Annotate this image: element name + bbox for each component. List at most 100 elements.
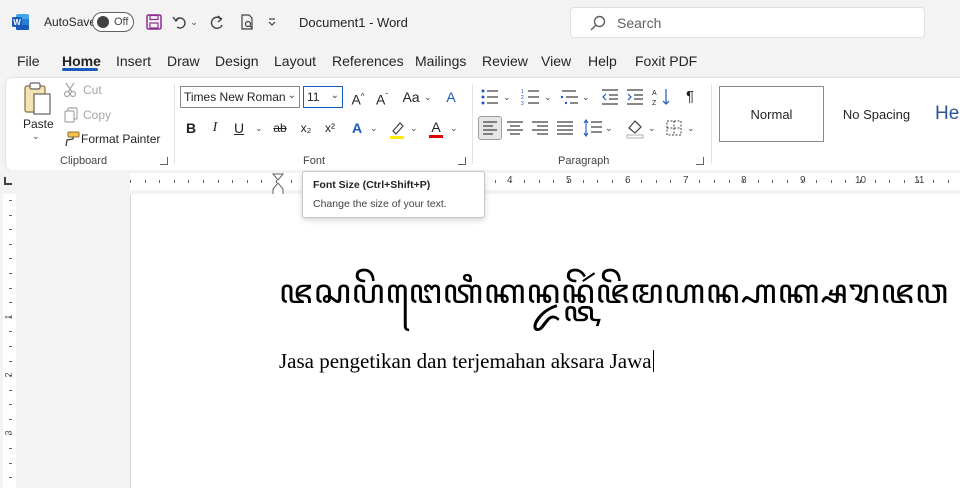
ruler-tick bbox=[495, 180, 496, 183]
ruler-tick bbox=[9, 302, 12, 304]
superscript-button[interactable]: x² bbox=[320, 118, 340, 138]
style-no-spacing[interactable]: No Spacing bbox=[824, 86, 929, 142]
ruler-tick bbox=[9, 287, 12, 289]
font-size-select[interactable]: 11 ⌄ bbox=[303, 86, 343, 108]
tab-foxit-pdf[interactable]: Foxit PDF bbox=[635, 53, 697, 69]
vertical-ruler[interactable]: 1 2 3 bbox=[0, 194, 20, 488]
cut-icon bbox=[63, 82, 79, 98]
change-case-dropdown-icon[interactable]: ⌄ bbox=[424, 92, 432, 103]
shading-dropdown-icon[interactable]: ⌄ bbox=[648, 123, 656, 134]
change-case-icon[interactable]: Aa bbox=[400, 87, 422, 107]
tab-design[interactable]: Design bbox=[215, 53, 259, 69]
ruler-tick bbox=[9, 433, 12, 435]
ruler-tick bbox=[9, 389, 12, 391]
undo-icon[interactable] bbox=[170, 12, 190, 32]
highlight-color-icon[interactable] bbox=[387, 120, 407, 140]
paragraph-launcher-icon[interactable] bbox=[696, 157, 704, 165]
search-input[interactable]: Search bbox=[570, 7, 925, 38]
clear-formatting-icon[interactable]: A bbox=[441, 87, 461, 107]
font-launcher-icon[interactable] bbox=[458, 157, 466, 165]
ruler-tick bbox=[509, 180, 511, 183]
font-color-dropdown-icon[interactable]: ⌄ bbox=[450, 123, 458, 134]
borders-dropdown-icon[interactable]: ⌄ bbox=[687, 123, 695, 134]
toggle-knob bbox=[97, 16, 109, 28]
tab-references[interactable]: References bbox=[332, 53, 404, 69]
font-group-label: Font bbox=[303, 155, 326, 167]
ruler-tick bbox=[232, 180, 234, 183]
justify-icon[interactable] bbox=[554, 117, 576, 139]
decrease-indent-icon[interactable] bbox=[601, 88, 619, 106]
bullets-icon[interactable] bbox=[480, 88, 500, 106]
borders-icon[interactable] bbox=[664, 118, 684, 138]
indent-marker-icon[interactable] bbox=[271, 173, 285, 196]
paste-dropdown-icon[interactable]: ⌄ bbox=[32, 131, 40, 142]
style-heading[interactable]: He bbox=[929, 86, 960, 142]
tooltip-description: Change the size of your text. bbox=[313, 198, 447, 210]
redo-icon[interactable] bbox=[207, 12, 227, 32]
bullets-dropdown-icon[interactable]: ⌄ bbox=[503, 92, 511, 103]
chevron-down-icon: ⌄ bbox=[287, 90, 296, 101]
tab-view[interactable]: View bbox=[541, 53, 571, 69]
subscript-button[interactable]: x₂ bbox=[296, 118, 316, 138]
tab-insert[interactable]: Insert bbox=[116, 53, 151, 69]
search-placeholder: Search bbox=[617, 15, 662, 31]
paste-icon[interactable] bbox=[20, 82, 54, 118]
font-family-select[interactable]: Times New Roman ⌄ bbox=[180, 86, 300, 108]
ruler-tick bbox=[845, 180, 847, 183]
shading-icon[interactable] bbox=[624, 117, 646, 139]
format-painter-button[interactable]: Format Painter bbox=[81, 132, 160, 146]
tab-help[interactable]: Help bbox=[588, 53, 617, 69]
tab-home[interactable]: Home bbox=[62, 53, 101, 69]
customize-toolbar-icon[interactable] bbox=[262, 12, 282, 32]
tab-layout[interactable]: Layout bbox=[274, 53, 316, 69]
tab-mailings[interactable]: Mailings bbox=[415, 53, 466, 69]
document-page[interactable]: ꦗꦱꦥꦼꦔꦺꦠꦶꦏꦤ꧀ꦢꦤ꧀ꦠꦼꦂꦗꦼꦩꦲꦤ꧀ꦲꦏ꧀ꦱꦫꦗꦮ Jasa peng… bbox=[130, 194, 960, 488]
cut-button[interactable]: Cut bbox=[83, 83, 102, 97]
ruler-tick bbox=[159, 180, 161, 183]
ruler-tick bbox=[9, 243, 12, 245]
word-logo-icon: W bbox=[12, 14, 29, 30]
shrink-font-icon[interactable]: Aˇ bbox=[372, 87, 392, 110]
text-effects-dropdown-icon[interactable]: ⌄ bbox=[370, 123, 378, 134]
tab-selector-icon[interactable] bbox=[4, 177, 12, 185]
document-line[interactable]: Jasa pengetikan dan terjemahan aksara Ja… bbox=[279, 349, 654, 374]
sort-icon[interactable]: AZ bbox=[652, 87, 672, 107]
print-preview-icon[interactable] bbox=[237, 12, 257, 32]
document-title: Document1 - Word bbox=[299, 15, 408, 30]
strikethrough-button[interactable]: ab bbox=[269, 118, 291, 138]
line-spacing-dropdown-icon[interactable]: ⌄ bbox=[605, 123, 613, 134]
italic-button[interactable]: I bbox=[205, 118, 225, 138]
increase-indent-icon[interactable] bbox=[626, 88, 644, 106]
numbering-dropdown-icon[interactable]: ⌄ bbox=[544, 92, 552, 103]
show-formatting-marks-icon[interactable]: ¶ bbox=[680, 87, 700, 107]
autosave-toggle[interactable]: Off bbox=[92, 12, 134, 32]
bold-button[interactable]: B bbox=[181, 118, 201, 138]
underline-dropdown-icon[interactable]: ⌄ bbox=[255, 123, 263, 134]
underline-button[interactable]: U bbox=[229, 118, 249, 138]
tab-draw[interactable]: Draw bbox=[167, 53, 200, 69]
text-cursor bbox=[652, 350, 654, 372]
clipboard-launcher-icon[interactable] bbox=[160, 157, 168, 165]
align-right-icon[interactable] bbox=[529, 117, 551, 139]
grow-font-icon[interactable]: A^ bbox=[348, 87, 368, 110]
text-effects-icon[interactable]: A bbox=[347, 118, 367, 138]
copy-button[interactable]: Copy bbox=[83, 108, 111, 122]
highlight-dropdown-icon[interactable]: ⌄ bbox=[410, 123, 418, 134]
align-left-button[interactable] bbox=[478, 116, 502, 140]
tab-review[interactable]: Review bbox=[482, 53, 528, 69]
font-color-icon[interactable]: A bbox=[426, 118, 446, 140]
ruler-tick bbox=[9, 316, 12, 318]
multilevel-list-icon[interactable] bbox=[560, 88, 580, 106]
numbering-icon[interactable]: 123 bbox=[521, 88, 541, 107]
style-normal[interactable]: Normal bbox=[719, 86, 824, 142]
align-center-icon[interactable] bbox=[504, 117, 526, 139]
save-icon[interactable] bbox=[144, 12, 164, 32]
multilevel-dropdown-icon[interactable]: ⌄ bbox=[582, 92, 590, 103]
ruler-tick bbox=[670, 180, 672, 183]
paste-button[interactable]: Paste bbox=[23, 117, 54, 131]
javanese-script-line[interactable]: ꦗꦱꦥꦼꦔꦺꦠꦶꦏꦤ꧀ꦢꦤ꧀ꦠꦼꦂꦗꦼꦩꦲꦤ꧀ꦲꦏ꧀ꦱꦫꦗꦮ bbox=[279, 266, 949, 335]
line-spacing-icon[interactable] bbox=[582, 117, 604, 139]
undo-dropdown-icon[interactable]: ⌄ bbox=[189, 12, 199, 32]
tab-file[interactable]: File bbox=[17, 53, 40, 69]
ruler-tick bbox=[524, 180, 526, 183]
